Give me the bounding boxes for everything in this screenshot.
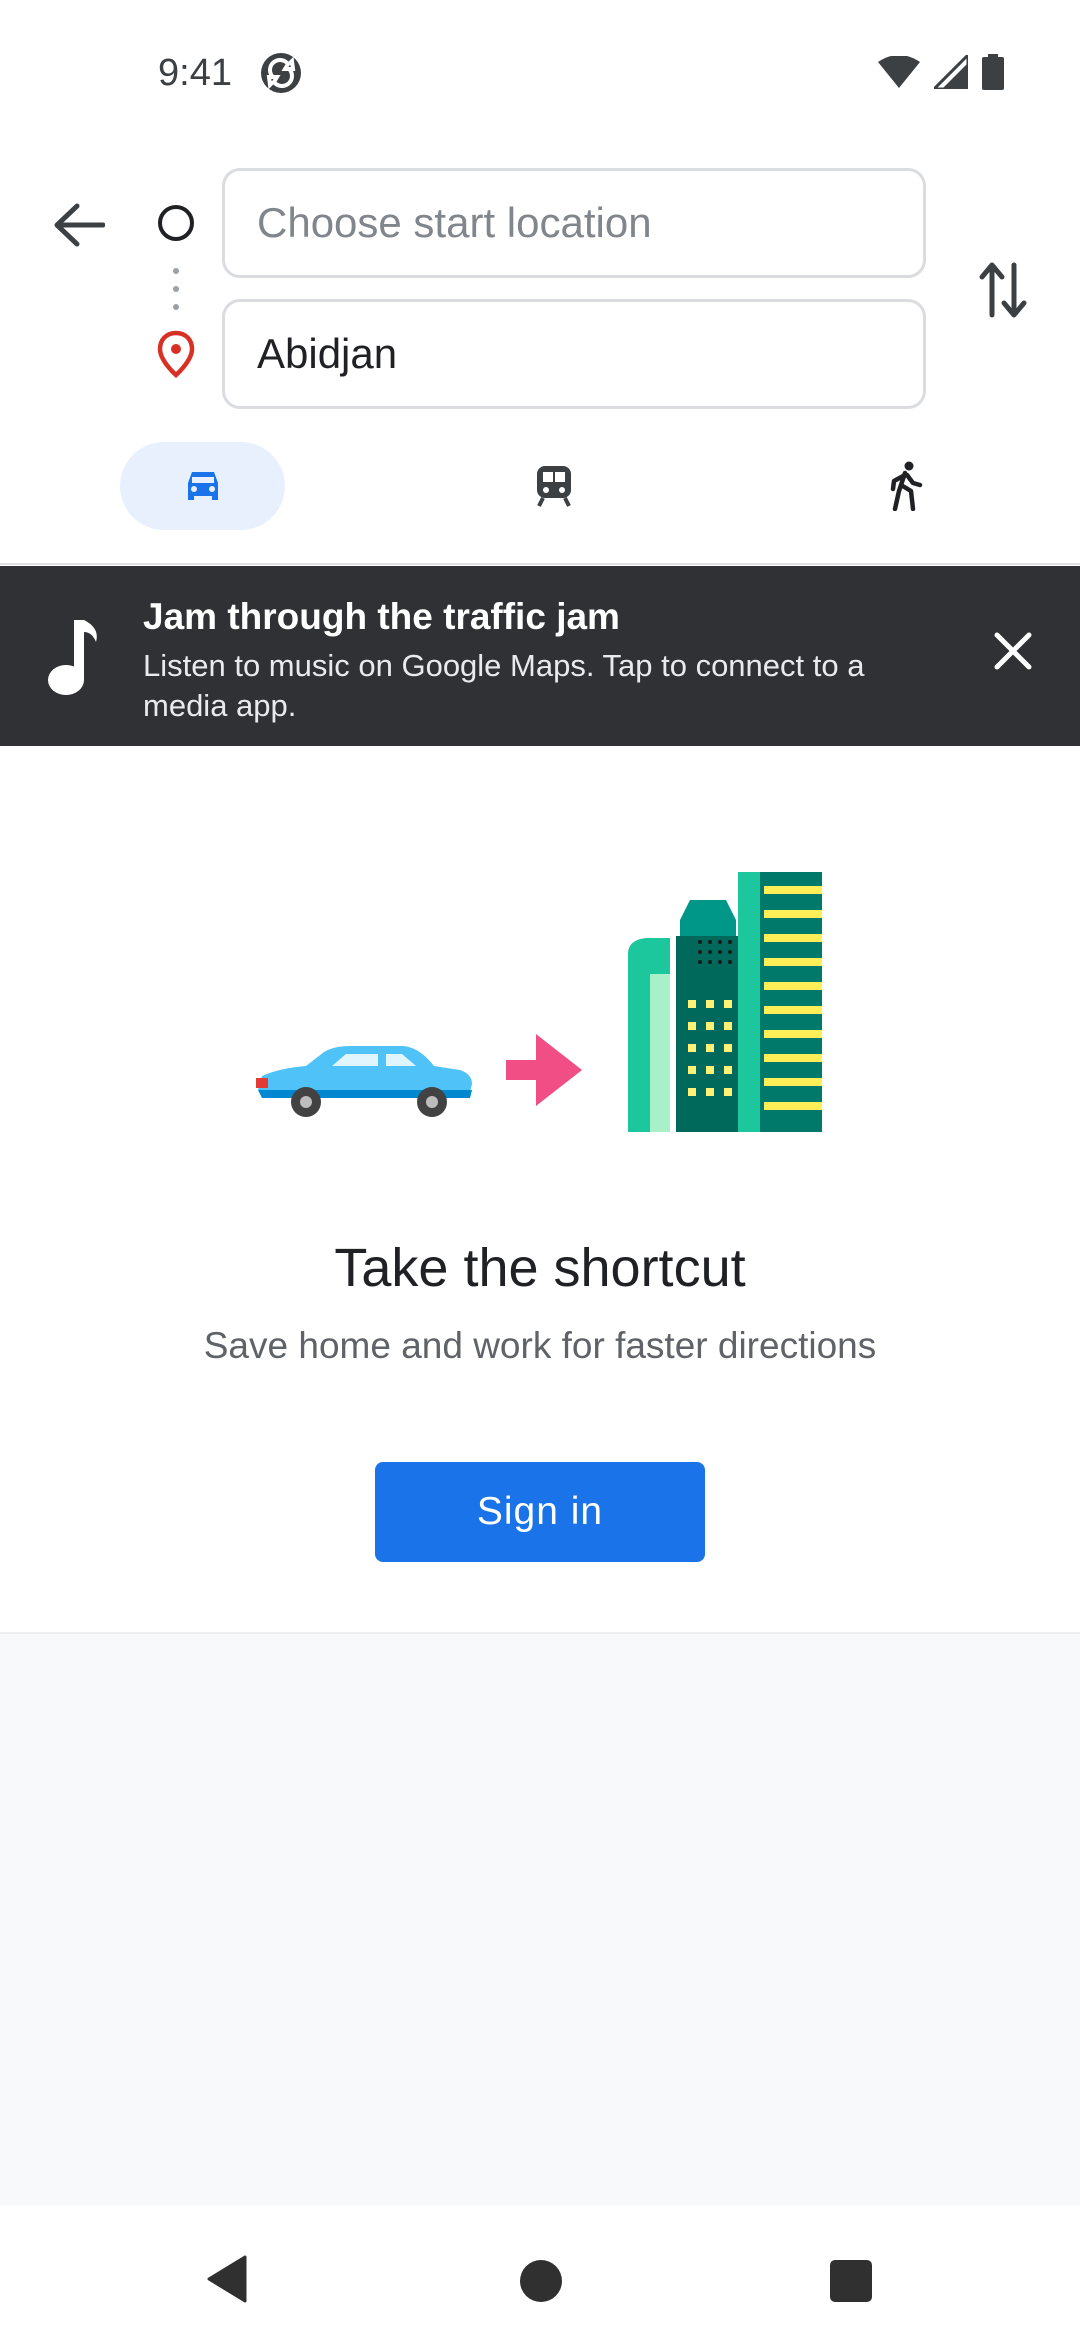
car-illustration-icon xyxy=(256,1046,472,1117)
empty-content-area xyxy=(0,1634,1080,2206)
status-icons xyxy=(878,51,1004,95)
mode-walk-tab[interactable] xyxy=(866,442,946,530)
back-button[interactable] xyxy=(44,190,114,260)
close-icon xyxy=(994,632,1032,670)
nav-recents-button[interactable] xyxy=(830,2260,872,2302)
status-time: 9:41 xyxy=(158,52,232,94)
arrow-right-illustration-icon xyxy=(506,1034,582,1106)
swap-locations-button[interactable] xyxy=(970,255,1036,325)
music-note-icon xyxy=(44,618,100,698)
banner-title: Jam through the traffic jam xyxy=(143,596,620,637)
sign-in-button[interactable]: Sign in xyxy=(375,1462,705,1562)
system-navigation-bar xyxy=(0,2206,1080,2340)
buildings-illustration-icon xyxy=(628,872,822,1132)
start-location-input[interactable]: Choose start location xyxy=(222,168,926,278)
maps-notification-icon xyxy=(258,50,304,96)
walk-icon xyxy=(890,461,923,511)
nav-home-button[interactable] xyxy=(520,2260,562,2302)
mode-transit-tab[interactable] xyxy=(514,442,594,530)
shortcut-illustration xyxy=(250,862,830,1132)
train-icon xyxy=(537,466,571,507)
destination-value: Abidjan xyxy=(257,330,398,377)
route-dots-icon xyxy=(173,268,179,310)
nav-back-triangle-icon xyxy=(207,2255,247,2303)
nav-back-button[interactable] xyxy=(205,2255,247,2308)
wifi-icon xyxy=(878,55,920,93)
signal-icon xyxy=(930,51,970,94)
origin-circle-icon xyxy=(158,205,194,241)
banner-close-button[interactable] xyxy=(978,616,1048,686)
promo-title: Take the shortcut xyxy=(334,1238,746,1298)
destination-input[interactable]: Abidjan xyxy=(222,299,926,409)
header-divider xyxy=(0,563,1080,565)
destination-pin-icon xyxy=(156,330,196,378)
mode-drive-tab[interactable] xyxy=(120,442,285,530)
status-bar: 9:41 xyxy=(0,0,1080,150)
banner-body: Listen to music on Google Maps. Tap to c… xyxy=(143,648,865,723)
car-icon xyxy=(187,472,218,500)
arrow-back-icon xyxy=(54,203,105,247)
battery-icon xyxy=(982,54,1004,95)
start-location-placeholder: Choose start location xyxy=(257,199,652,246)
music-promo-banner[interactable]: Jam through the traffic jam Listen to mu… xyxy=(0,566,1080,746)
promo-subtitle: Save home and work for faster directions xyxy=(203,1325,877,1366)
swap-vertical-icon xyxy=(979,262,1027,318)
